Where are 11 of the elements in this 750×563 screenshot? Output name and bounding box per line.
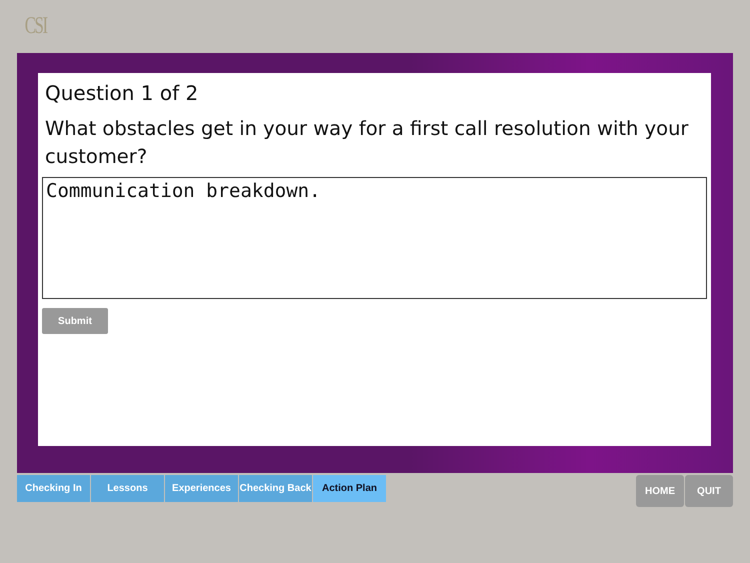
answer-field[interactable]: Communication breakdown. <box>42 177 707 299</box>
nav-tab[interactable]: Experiences <box>165 475 238 502</box>
nav-tab[interactable]: Checking In <box>17 475 90 502</box>
nav-tab[interactable]: Checking Back <box>239 475 312 502</box>
nav-button[interactable]: QUIT <box>685 475 733 507</box>
submit-button[interactable]: Submit <box>42 308 108 334</box>
nav-tab[interactable]: Action Plan <box>313 475 386 502</box>
question-counter: Question 1 of 2 <box>44 81 198 105</box>
nav-button[interactable]: HOME <box>636 475 684 507</box>
nav-tab[interactable]: Lessons <box>91 475 164 502</box>
question-text: What obstacles get in your way for a first call resolution with your customer? <box>44 116 690 170</box>
